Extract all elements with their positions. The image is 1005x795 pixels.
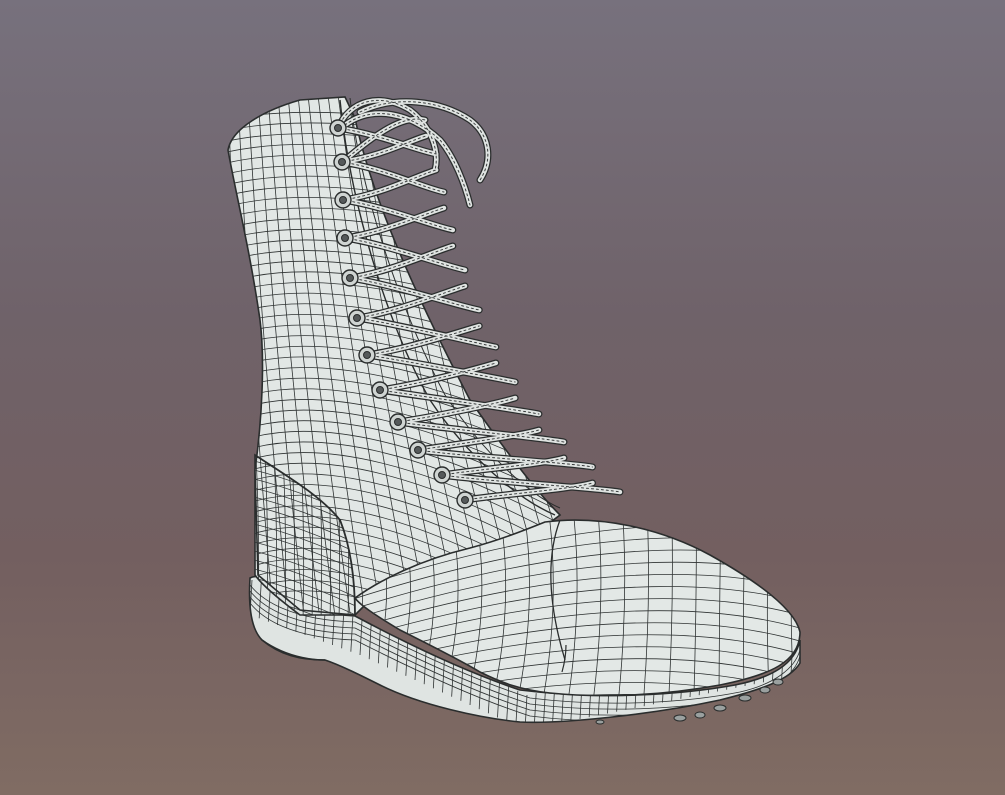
eyelet-hole xyxy=(338,158,346,166)
eyelet-hole xyxy=(339,196,347,204)
eyelet-hole xyxy=(346,274,354,282)
eyelet-hole xyxy=(394,418,402,426)
3d-viewport[interactable] xyxy=(0,0,1005,795)
boot-model[interactable] xyxy=(0,0,1005,795)
eyelet-hole xyxy=(363,351,371,359)
eyelet-hole xyxy=(376,386,384,394)
eyelet-hole xyxy=(334,124,342,132)
eyelet-hole xyxy=(438,471,446,479)
eyelet-hole xyxy=(341,234,349,242)
eyelet-hole xyxy=(461,496,469,504)
eyelet-hole xyxy=(353,314,361,322)
eyelet-hole xyxy=(414,446,422,454)
